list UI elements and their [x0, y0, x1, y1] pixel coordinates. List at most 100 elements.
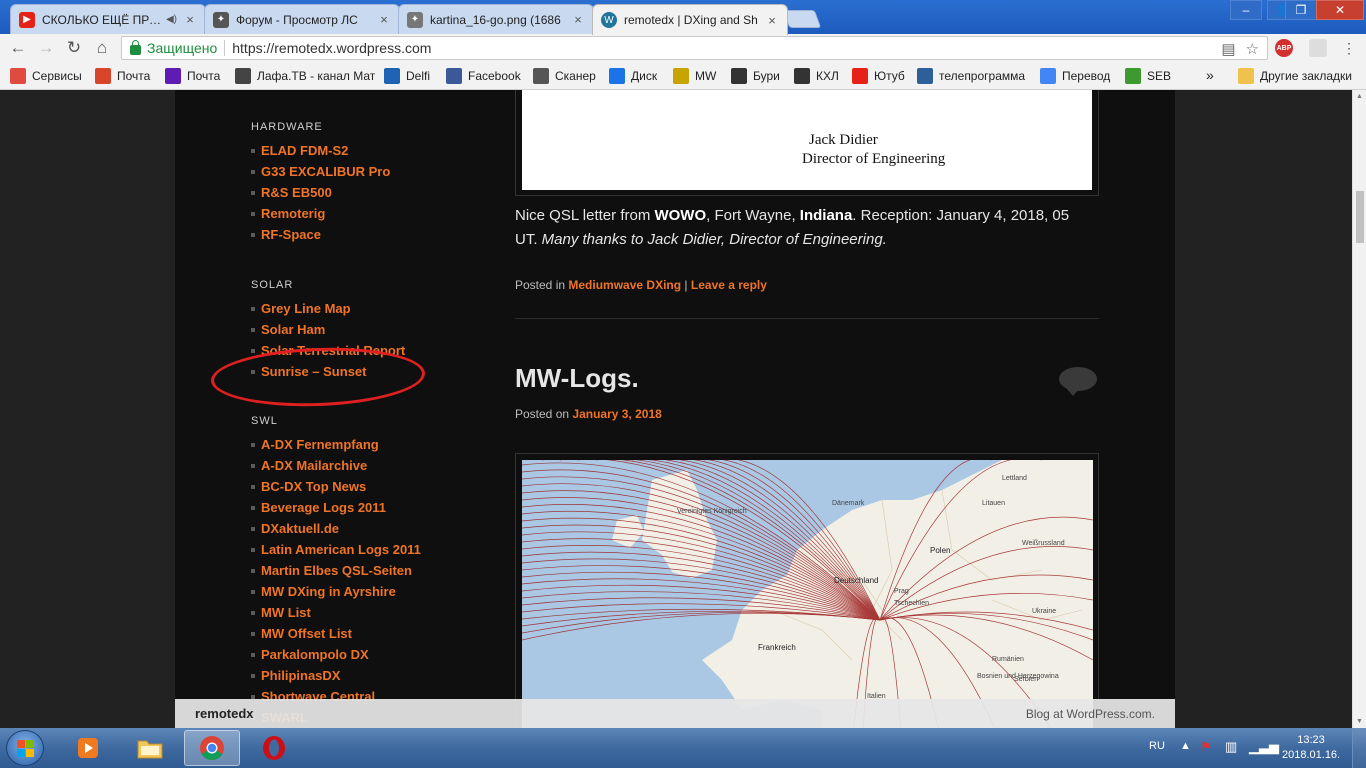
bookmark-item[interactable]: КХЛ: [794, 68, 839, 84]
bookmark-item[interactable]: SEB: [1125, 68, 1171, 84]
sidebar-link-label[interactable]: MW DXing in Ayrshire: [261, 584, 396, 599]
scroll-thumb[interactable]: [1356, 191, 1364, 243]
sidebar-link-label[interactable]: ELAD FDM-S2: [261, 143, 348, 158]
sidebar-link[interactable]: Solar Ham: [251, 319, 405, 340]
wordpress-credit-link[interactable]: Blog at WordPress.com.: [1026, 707, 1155, 721]
sidebar-link[interactable]: DXaktuell.de: [251, 518, 421, 539]
language-indicator[interactable]: RU: [1149, 740, 1165, 752]
network-icon[interactable]: ▥: [1225, 739, 1237, 755]
sidebar-link-label[interactable]: Solar Ham: [261, 322, 325, 337]
site-title-link[interactable]: remotedx: [195, 706, 254, 721]
other-bookmarks-folder[interactable]: Другие закладки: [1238, 68, 1352, 84]
page-scrollbar[interactable]: ▲ ▼: [1352, 90, 1366, 728]
url-text[interactable]: https://remotedx.wordpress.com: [232, 40, 431, 56]
sidebar-link[interactable]: RF-Space: [251, 224, 390, 245]
bookmark-item[interactable]: Facebook: [446, 68, 521, 84]
sidebar-link-label[interactable]: Latin American Logs 2011: [261, 542, 421, 557]
opera-icon[interactable]: [246, 730, 302, 766]
sidebar-link-label[interactable]: A-DX Fernempfang: [261, 437, 379, 452]
forward-button[interactable]: →: [35, 37, 57, 59]
close-icon[interactable]: ×: [765, 13, 779, 28]
sidebar-link[interactable]: Latin American Logs 2011: [251, 539, 421, 560]
reload-button[interactable]: ↻: [63, 37, 85, 59]
address-bar[interactable]: Защищено https://remotedx.wordpress.com …: [121, 36, 1268, 60]
sidebar-link-label[interactable]: Parkalompolo DX: [261, 647, 369, 662]
tab-youtube[interactable]: ▶ СКОЛЬКО ЕЩЁ ПРОД ◀) ×: [10, 4, 206, 34]
bookmark-item[interactable]: Почта: [165, 68, 220, 84]
sidebar-link[interactable]: A-DX Mailarchive: [251, 455, 421, 476]
sidebar-link-label[interactable]: R&S EB500: [261, 185, 332, 200]
sidebar-link[interactable]: G33 EXCALIBUR Pro: [251, 161, 390, 182]
speaker-icon[interactable]: ◀): [166, 14, 177, 25]
new-tab-button[interactable]: [782, 10, 822, 28]
sidebar-link-label[interactable]: Beverage Logs 2011: [261, 500, 386, 515]
post-date-link[interactable]: January 3, 2018: [572, 407, 661, 421]
sidebar-link[interactable]: MW DXing in Ayrshire: [251, 581, 421, 602]
sidebar-link[interactable]: A-DX Fernempfang: [251, 434, 421, 455]
sidebar-link-label[interactable]: BC-DX Top News: [261, 479, 366, 494]
bookmark-item[interactable]: Диск: [609, 68, 657, 84]
bookmark-item[interactable]: Сканер: [533, 68, 596, 84]
close-icon[interactable]: ×: [571, 12, 585, 27]
post-title[interactable]: MW-Logs.: [515, 363, 639, 394]
sidebar-link-label[interactable]: PhilipinasDX: [261, 668, 340, 683]
minimize-button[interactable]: ‒: [1230, 0, 1262, 20]
comment-bubble-icon[interactable]: [1059, 367, 1097, 396]
sidebar-link-label[interactable]: Grey Line Map: [261, 301, 351, 316]
signal-icon[interactable]: ▁▃▅: [1249, 739, 1279, 755]
back-button[interactable]: ←: [7, 37, 29, 59]
start-button[interactable]: [6, 730, 44, 766]
scroll-up-icon[interactable]: ▲: [1356, 93, 1363, 100]
sidebar-link-label[interactable]: RF-Space: [261, 227, 321, 242]
system-clock[interactable]: 13:23 2018.01.16.: [1282, 733, 1340, 763]
restore-button[interactable]: ❐: [1285, 0, 1317, 20]
sidebar-link[interactable]: ELAD FDM-S2: [251, 140, 390, 161]
sidebar-link[interactable]: BC-DX Top News: [251, 476, 421, 497]
qsl-letter-image[interactable]: Jack Didier Director of Engineering: [522, 90, 1092, 190]
tab-forum[interactable]: ✦ Форум - Просмотр ЛС ×: [204, 4, 400, 34]
star-icon[interactable]: ☆: [1246, 40, 1259, 58]
sidebar-link-label[interactable]: Martin Elbes QSL-Seiten: [261, 563, 412, 578]
show-desktop-button[interactable]: [1352, 728, 1366, 768]
close-window-button[interactable]: ✕: [1316, 0, 1364, 20]
sidebar-link[interactable]: Beverage Logs 2011: [251, 497, 421, 518]
file-explorer-icon[interactable]: [122, 730, 178, 766]
sidebar-link[interactable]: R&S EB500: [251, 182, 390, 203]
sidebar-link-label[interactable]: A-DX Mailarchive: [261, 458, 367, 473]
bookmark-item[interactable]: Перевод: [1040, 68, 1110, 84]
sidebar-link[interactable]: PhilipinasDX: [251, 665, 421, 686]
bookmark-item[interactable]: Delfi: [384, 68, 430, 84]
sidebar-link[interactable]: MW Offset List: [251, 623, 421, 644]
sidebar-link-label[interactable]: G33 EXCALIBUR Pro: [261, 164, 390, 179]
tray-arrow-icon[interactable]: ▲: [1180, 740, 1191, 752]
sidebar-link-label[interactable]: Remoterig: [261, 206, 325, 221]
flag-icon[interactable]: ⚑: [1200, 739, 1212, 755]
bookmark-item[interactable]: Ютуб: [852, 68, 905, 84]
tab-remotedx[interactable]: W remotedx | DXing and Sh ×: [592, 4, 788, 35]
bookmark-item[interactable]: телепрограмма: [917, 68, 1025, 84]
sidebar-link[interactable]: Remoterig: [251, 203, 390, 224]
bookmark-item[interactable]: MW: [673, 68, 716, 84]
bookmark-item[interactable]: Сервисы: [10, 68, 82, 84]
bookmark-item[interactable]: Почта: [95, 68, 150, 84]
media-player-icon[interactable]: [60, 730, 116, 766]
menu-icon[interactable]: ⋮: [1338, 37, 1360, 59]
more-bookmarks-button[interactable]: »: [1206, 67, 1214, 83]
tab-image[interactable]: ✦ kartina_16-go.png (1686 ×: [398, 4, 594, 34]
leave-reply-link[interactable]: Leave a reply: [691, 278, 767, 292]
extension-icon[interactable]: [1309, 39, 1327, 57]
close-icon[interactable]: ×: [183, 12, 197, 27]
sidebar-link[interactable]: Grey Line Map: [251, 298, 405, 319]
sidebar-link-label[interactable]: DXaktuell.de: [261, 521, 339, 536]
home-button[interactable]: ⌂: [91, 37, 113, 59]
bookmark-item[interactable]: Лафа.ТВ - канал Мат: [235, 68, 375, 84]
sidebar-link-label[interactable]: MW Offset List: [261, 626, 352, 641]
scroll-down-icon[interactable]: ▼: [1356, 718, 1363, 725]
close-icon[interactable]: ×: [377, 12, 391, 27]
sidebar-link-label[interactable]: MW List: [261, 605, 311, 620]
sidebar-link[interactable]: Parkalompolo DX: [251, 644, 421, 665]
chrome-icon[interactable]: [184, 730, 240, 766]
sidebar-link[interactable]: Martin Elbes QSL-Seiten: [251, 560, 421, 581]
translate-icon[interactable]: ▤: [1221, 40, 1235, 58]
mw-logs-map[interactable]: Lettland Dänemark Litauen Vereinigtes König…: [522, 460, 1093, 728]
